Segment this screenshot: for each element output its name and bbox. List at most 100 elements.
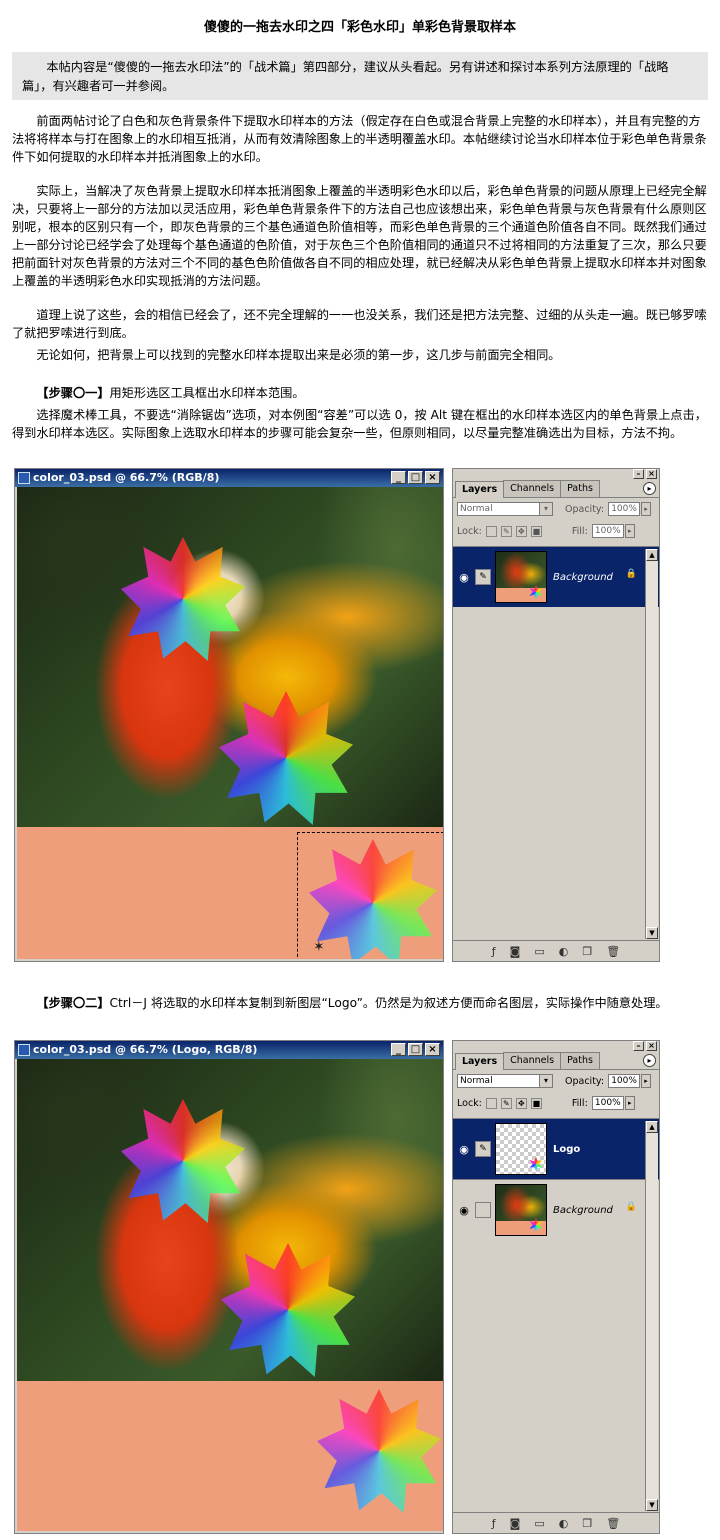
lock-icon: 🔒 xyxy=(625,1202,637,1212)
tab-paths[interactable]: Paths xyxy=(560,1052,600,1069)
opacity-input[interactable]: 100% xyxy=(608,1074,641,1088)
palette-minimize-button[interactable]: – xyxy=(633,469,644,479)
lock-all-icon[interactable]: ■ xyxy=(530,525,542,537)
page-title: 傻傻的一拖去水印之四「彩色水印」单彩色背景取样本 xyxy=(203,20,516,35)
lock-pixels-icon[interactable]: ✎ xyxy=(500,1097,512,1109)
new-group-icon[interactable]: ▭ xyxy=(534,1517,544,1530)
blend-mode-select[interactable]: Normal ▾ xyxy=(457,502,553,516)
paragraph-4: 无论如何，把背景上可以找到的完整水印样本提取出来是必须的第一步，这几步与前面完全… xyxy=(36,348,561,362)
layers-palette-1: – × Layers Channels Paths ▸ Normal ▾ Opac… xyxy=(452,468,660,962)
photoshop-doc-icon xyxy=(18,472,30,484)
scroll-up-icon[interactable]: ▲ xyxy=(646,549,658,561)
palette-menu-icon[interactable]: ▸ xyxy=(643,482,656,495)
image-canvas[interactable]: ✶ xyxy=(17,487,443,959)
scroll-down-icon[interactable]: ▼ xyxy=(646,1499,658,1511)
eye-icon[interactable]: ◉ xyxy=(453,1143,475,1156)
tab-channels[interactable]: Channels xyxy=(503,480,562,497)
step2-paragraph: 【步骤〇二】Ctrl－J 将选取的水印样本复制到新图层“Logo”。仍然是为叙述… xyxy=(12,994,708,1012)
lock-all-icon[interactable]: ■ xyxy=(530,1097,542,1109)
step1-heading: 【步骤〇一】用矩形选区工具框出水印样本范围。 xyxy=(12,384,708,402)
brush-icon[interactable]: ✎ xyxy=(475,569,491,585)
chevron-down-icon: ▾ xyxy=(539,503,552,515)
parrot-photo xyxy=(17,1059,443,1381)
paragraph-2: 实际上，当解决了灰色背景上提取水印样本抵消图象上覆盖的半透明彩色水印以后，彩色单… xyxy=(12,184,707,288)
layer-name: Logo xyxy=(553,1143,581,1155)
blend-mode-select[interactable]: Normal ▾ xyxy=(457,1074,553,1088)
eye-icon[interactable]: ◉ xyxy=(453,1204,475,1217)
step1-body: 选择魔术棒工具，不要选“消除锯齿”选项，对本例图“容差”可以选 0，按 Alt … xyxy=(12,408,707,440)
new-group-icon[interactable]: ▭ xyxy=(534,945,544,958)
palette-minimize-button[interactable]: – xyxy=(633,1041,644,1051)
new-layer-icon[interactable]: ❐ xyxy=(582,945,592,958)
blend-mode-value: Normal xyxy=(460,1076,493,1086)
layer-name: Background xyxy=(553,1204,613,1216)
layers-scrollbar[interactable]: ▲ ▼ xyxy=(645,549,658,939)
palette-menu-icon[interactable]: ▸ xyxy=(643,1054,656,1067)
maximize-button[interactable]: □ xyxy=(408,471,423,484)
ps-document-window-1: color_03.psd @ 66.7% (RGB/8) _ □ × ✶ xyxy=(14,468,444,962)
layer-style-icon[interactable]: ƒ xyxy=(492,945,496,958)
layer-style-icon[interactable]: ƒ xyxy=(492,1517,496,1530)
add-mask-icon[interactable]: ◙ xyxy=(510,1517,521,1530)
adjustment-layer-icon[interactable]: ◐ xyxy=(559,945,569,958)
layers-scrollbar[interactable]: ▲ ▼ xyxy=(645,1121,658,1511)
fill-input[interactable]: 100% xyxy=(591,1096,624,1110)
close-button[interactable]: × xyxy=(425,471,440,484)
trash-icon[interactable]: 🗑 xyxy=(606,945,620,958)
minimize-button[interactable]: _ xyxy=(391,471,406,484)
lock-position-icon[interactable]: ✥ xyxy=(515,1097,527,1109)
intro-text: 本帖内容是“傻傻的一拖去水印法”的「战术篇」第四部分，建议从头看起。另有讲述和探… xyxy=(22,60,669,93)
brush-icon[interactable]: ✎ xyxy=(475,1141,491,1157)
image-canvas[interactable] xyxy=(17,1059,443,1531)
layer-row-background[interactable]: ◉ Background 🔒 xyxy=(453,1179,659,1240)
lock-label: Lock: xyxy=(457,525,482,537)
step2-label: 【步骤〇二】 xyxy=(36,996,110,1010)
trash-icon[interactable]: 🗑 xyxy=(606,1517,620,1530)
opacity-arrow-icon[interactable]: ▸ xyxy=(641,502,652,516)
fill-arrow-icon[interactable]: ▸ xyxy=(624,524,635,538)
palette-close-button[interactable]: × xyxy=(646,469,657,479)
lock-label: Lock: xyxy=(457,1097,482,1109)
blend-mode-value: Normal xyxy=(460,504,493,514)
fill-label: Fill: xyxy=(571,1097,588,1109)
opacity-input[interactable]: 100% xyxy=(608,502,641,516)
palette-close-button[interactable]: × xyxy=(646,1041,657,1051)
minimize-button[interactable]: _ xyxy=(391,1043,406,1056)
lock-transparency-icon[interactable] xyxy=(485,1097,497,1109)
title-bar: color_03.psd @ 66.7% (RGB/8) _ □ × xyxy=(15,469,443,487)
link-slot-icon[interactable] xyxy=(475,1202,491,1218)
paragraph-3: 道理上说了这些，会的相信已经会了，还不完全理解的一一也没关系，我们还是把方法完整… xyxy=(12,308,707,340)
title-bar: color_03.psd @ 66.7% (Logo, RGB/8) _ □ × xyxy=(15,1041,443,1059)
paragraph-1: 前面两帖讨论了白色和灰色背景条件下提取水印样本的方法（假定存在白色或混合背景上完… xyxy=(12,114,707,164)
layer-row-logo[interactable]: ◉ ✎ Logo xyxy=(453,1118,659,1179)
opacity-label: Opacity: xyxy=(565,1075,605,1087)
new-layer-icon[interactable]: ❐ xyxy=(582,1517,592,1530)
adjustment-layer-icon[interactable]: ◐ xyxy=(559,1517,569,1530)
tab-channels[interactable]: Channels xyxy=(503,1052,562,1069)
layer-row-background[interactable]: ◉ ✎ Background 🔒 xyxy=(453,546,659,607)
layer-name: Background xyxy=(553,571,613,583)
lock-pixels-icon[interactable]: ✎ xyxy=(500,525,512,537)
document-title: color_03.psd @ 66.7% (RGB/8) xyxy=(33,471,220,484)
tab-paths[interactable]: Paths xyxy=(560,480,600,497)
lock-transparency-icon[interactable] xyxy=(485,525,497,537)
parrot-photo xyxy=(17,487,443,827)
ps-document-window-2: color_03.psd @ 66.7% (Logo, RGB/8) _ □ × xyxy=(14,1040,444,1534)
fill-input[interactable]: 100% xyxy=(591,524,624,538)
opacity-arrow-icon[interactable]: ▸ xyxy=(641,1074,652,1088)
fill-arrow-icon[interactable]: ▸ xyxy=(624,1096,635,1110)
layers-footer: ƒ ◙ ▭ ◐ ❐ 🗑 xyxy=(453,940,659,961)
layer-thumbnail xyxy=(495,551,547,603)
lock-position-icon[interactable]: ✥ xyxy=(515,525,527,537)
tab-layers[interactable]: Layers xyxy=(455,1053,505,1070)
layers-palette-2: – × Layers Channels Paths ▸ Normal ▾ Opac… xyxy=(452,1040,660,1534)
scroll-down-icon[interactable]: ▼ xyxy=(646,927,658,939)
eye-icon[interactable]: ◉ xyxy=(453,571,475,584)
close-button[interactable]: × xyxy=(425,1043,440,1056)
magic-wand-cursor-icon: ✶ xyxy=(313,939,325,955)
maximize-button[interactable]: □ xyxy=(408,1043,423,1056)
step2-text: Ctrl－J 将选取的水印样本复制到新图层“Logo”。仍然是为叙述方便而命名图… xyxy=(109,996,668,1010)
add-mask-icon[interactable]: ◙ xyxy=(510,945,521,958)
scroll-up-icon[interactable]: ▲ xyxy=(646,1121,658,1133)
tab-layers[interactable]: Layers xyxy=(455,481,505,498)
